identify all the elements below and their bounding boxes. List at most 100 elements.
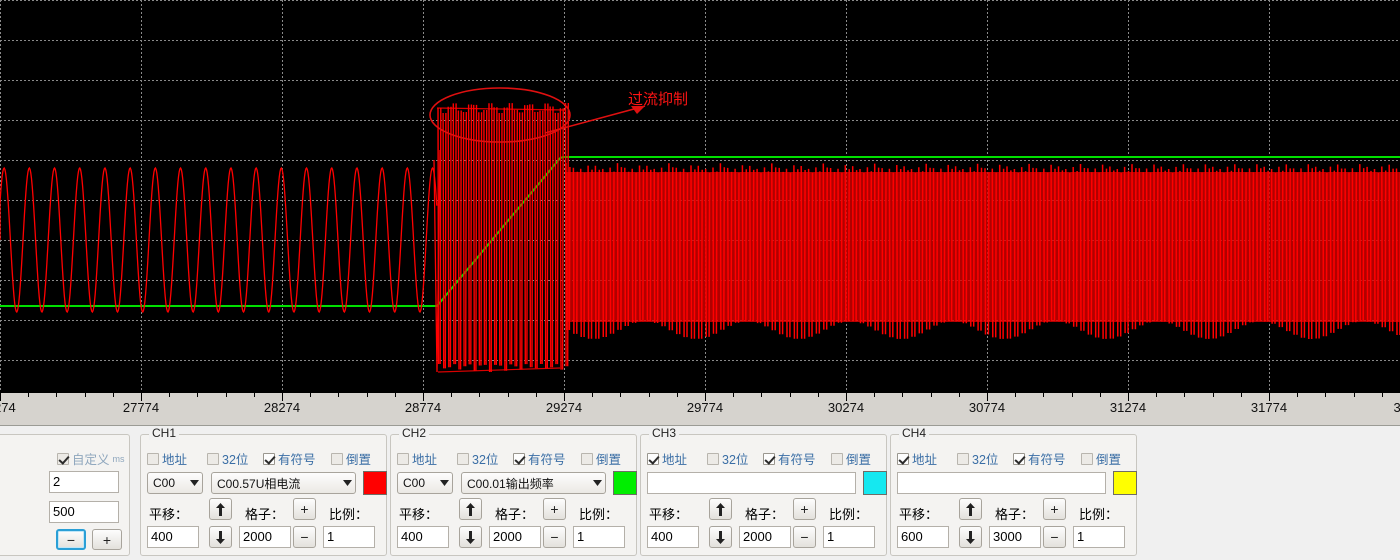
ch2-group-select[interactable]: C00: [397, 472, 453, 494]
ch4-ratio-input[interactable]: 1: [1073, 526, 1125, 548]
ch3-bits32-checkbox[interactable]: 32位: [707, 449, 748, 468]
ch1-addr-checkbox[interactable]: 地址: [147, 449, 187, 468]
ch3-grid-input[interactable]: 2000: [739, 526, 791, 548]
ch2-signed-checkbox-box[interactable]: [513, 452, 525, 465]
ch4-shift-up-button[interactable]: [959, 498, 982, 520]
ch4-bits32-checkbox-box[interactable]: [957, 452, 969, 465]
x-axis-minor-tick: [1240, 393, 1242, 397]
ch1-shift-input[interactable]: 400: [147, 526, 199, 548]
ch2-param-select[interactable]: C00.01输出频率: [461, 472, 606, 494]
sampling-interval-input[interactable]: 2: [49, 471, 119, 493]
ch3-signed-checkbox-box[interactable]: [763, 452, 775, 465]
ch2-invert-checkbox[interactable]: 倒置: [581, 449, 621, 468]
ch4-addr-checkbox[interactable]: 地址: [897, 449, 937, 468]
x-axis-minor-tick: [338, 393, 340, 397]
ch2-shift-up-button[interactable]: [459, 498, 482, 520]
ch1-shift-down-button[interactable]: [209, 526, 232, 548]
ch1-grid-decrease-button[interactable]: −: [293, 526, 316, 548]
ch1-color-swatch[interactable]: [363, 471, 387, 495]
ch4-color-swatch[interactable]: [1113, 471, 1137, 495]
sampling-interval-label: 采样间隔：: [0, 476, 4, 495]
ch4-addr-checkbox-box[interactable]: [897, 452, 909, 465]
ch4-shift-label: 平移：: [899, 507, 939, 522]
x-grid-count-input[interactable]: 500: [49, 501, 119, 523]
ch2-shift-down-button[interactable]: [459, 526, 482, 548]
ch4-shift-down-button[interactable]: [959, 526, 982, 548]
ch4-signed-checkbox[interactable]: 有符号: [1013, 449, 1066, 468]
x-grid-decrease-button[interactable]: −: [56, 529, 86, 550]
ch3-addr-checkbox-box[interactable]: [647, 452, 659, 465]
ch1-shift-up-button[interactable]: [209, 498, 232, 520]
ch3-invert-checkbox-box[interactable]: [831, 452, 843, 465]
custom-interval-checkbox-box[interactable]: [57, 452, 69, 465]
ch2-addr-checkbox-box[interactable]: [397, 452, 409, 465]
ch1-grid-increase-button[interactable]: +: [293, 498, 316, 520]
ch4-shift-input[interactable]: 600: [897, 526, 949, 548]
x-axis-minor-tick: [253, 393, 255, 397]
ch2-grid-input[interactable]: 2000: [489, 526, 541, 548]
ch1-grid-input[interactable]: 2000: [239, 526, 291, 548]
ch1-addr-checkbox-box[interactable]: [147, 452, 159, 465]
ch3-address-input[interactable]: [647, 472, 856, 494]
ch4-grid-decrease-button[interactable]: −: [1043, 526, 1066, 548]
ch2-color-swatch[interactable]: [613, 471, 637, 495]
ch4-grid-label: 格子：: [995, 507, 1035, 522]
ch1-invert-checkbox[interactable]: 倒置: [331, 449, 371, 468]
ch2-shift-label: 平移：: [399, 507, 439, 522]
ch1-bits32-label: 32位: [222, 453, 249, 467]
ch3-shift-label: 平移：: [649, 507, 689, 522]
ch1-param-select[interactable]: C00.57U相电流: [211, 472, 356, 494]
ch3-grid-decrease-button[interactable]: −: [793, 526, 816, 548]
ch1-ratio-input[interactable]: 1: [323, 526, 375, 548]
x-axis-tick-label: 30774: [968, 400, 1006, 415]
x-axis-tick-label: 30274: [827, 400, 865, 415]
ch1-bits32-checkbox-box[interactable]: [207, 452, 219, 465]
ch2-addr-checkbox[interactable]: 地址: [397, 449, 437, 468]
ch4-invert-checkbox-box[interactable]: [1081, 452, 1093, 465]
ch1-bits32-checkbox[interactable]: 32位: [207, 449, 248, 468]
ch3-signed-checkbox[interactable]: 有符号: [763, 449, 816, 468]
ch2-shift-input[interactable]: 400: [397, 526, 449, 548]
ch4-grid-increase-button[interactable]: +: [1043, 498, 1066, 520]
x-axis-tick-label: 274: [0, 400, 16, 415]
chevron-down-icon: [339, 480, 355, 486]
x-axis-minor-tick: [648, 393, 650, 397]
x-axis-minor-tick: [1015, 393, 1017, 397]
ch4-signed-checkbox-box[interactable]: [1013, 452, 1025, 465]
custom-interval-checkbox[interactable]: 自定义 ms: [57, 449, 125, 468]
ch2-grid-decrease-button[interactable]: −: [543, 526, 566, 548]
ch4-bits32-checkbox[interactable]: 32位: [957, 449, 998, 468]
ch2-signed-checkbox[interactable]: 有符号: [513, 449, 566, 468]
ch1-signed-checkbox[interactable]: 有符号: [263, 449, 316, 468]
ch1-group-select[interactable]: C00: [147, 472, 203, 494]
x-axis-minor-tick: [225, 393, 227, 397]
ch3-shift-down-button[interactable]: [709, 526, 732, 548]
ch4-grid-input[interactable]: 3000: [989, 526, 1041, 548]
ch3-shift-input[interactable]: 400: [647, 526, 699, 548]
x-axis-tick-label: 31774: [1250, 400, 1288, 415]
ch3-ratio-input[interactable]: 1: [823, 526, 875, 548]
x-axis-minor-tick: [817, 393, 819, 397]
ch1-signed-checkbox-box[interactable]: [263, 452, 275, 465]
ch3-color-swatch[interactable]: [863, 471, 887, 495]
ch4-address-input[interactable]: [897, 472, 1106, 494]
ch2-bits32-checkbox[interactable]: 32位: [457, 449, 498, 468]
ch2-grid-increase-button[interactable]: +: [543, 498, 566, 520]
ch2-ratio-input[interactable]: 1: [573, 526, 625, 548]
ch3-bits32-checkbox-box[interactable]: [707, 452, 719, 465]
ch4-invert-checkbox[interactable]: 倒置: [1081, 449, 1121, 468]
x-axis-minor-tick: [394, 393, 396, 397]
ch4-group-title: CH4: [899, 426, 930, 440]
ch2-invert-label: 倒置: [596, 453, 622, 467]
ch3-addr-checkbox[interactable]: 地址: [647, 449, 687, 468]
overcurrent-annotation-label: 过流抑制: [628, 90, 688, 108]
ch3-shift-up-button[interactable]: [709, 498, 732, 520]
custom-interval-unit: ms: [112, 453, 125, 464]
ch1-invert-checkbox-box[interactable]: [331, 452, 343, 465]
oscilloscope-plot[interactable]: 过流抑制: [0, 0, 1400, 392]
x-grid-increase-button[interactable]: +: [92, 529, 122, 550]
ch3-grid-increase-button[interactable]: +: [793, 498, 816, 520]
ch2-bits32-checkbox-box[interactable]: [457, 452, 469, 465]
ch3-invert-checkbox[interactable]: 倒置: [831, 449, 871, 468]
ch2-invert-checkbox-box[interactable]: [581, 452, 593, 465]
